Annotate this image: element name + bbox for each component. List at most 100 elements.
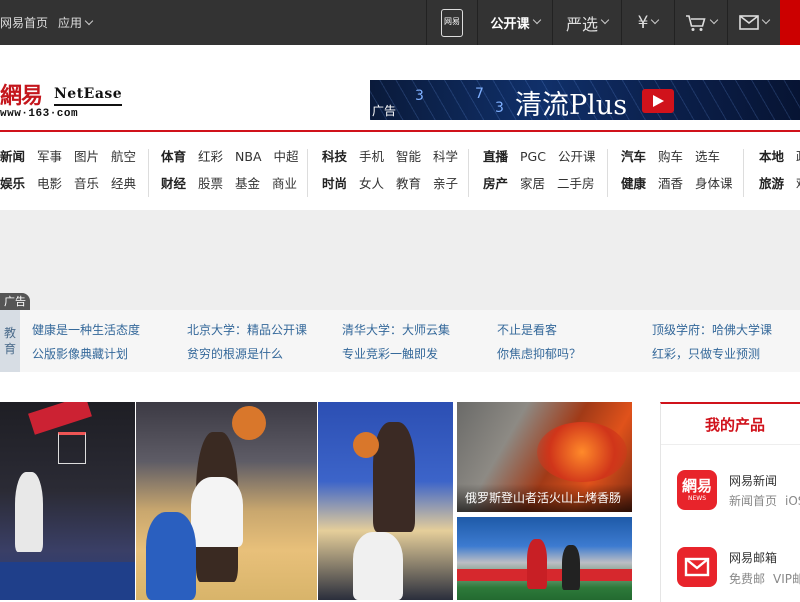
nav-separator xyxy=(743,149,744,197)
nav-link-sports[interactable]: 体育 xyxy=(161,143,186,170)
nav-link-local[interactable]: 本地 xyxy=(759,143,784,170)
logo-en: NetEase xyxy=(54,86,123,102)
open-course-menu[interactable]: 公开课 xyxy=(477,0,552,45)
nav-link[interactable]: 女人 xyxy=(359,170,384,197)
nav-link[interactable]: 航空 xyxy=(111,143,136,170)
edu-link[interactable]: 公版影像典藏计划 xyxy=(32,345,128,362)
nav-link[interactable]: 手机 xyxy=(359,143,384,170)
nav-link-health[interactable]: 健康 xyxy=(621,170,646,197)
product-link[interactable]: 免费邮 xyxy=(729,572,765,586)
nav-link-travel[interactable]: 旅游 xyxy=(759,170,784,197)
chevron-down-icon xyxy=(600,15,610,24)
product-links: 新闻首页 iOS xyxy=(729,492,800,509)
nav-link[interactable]: 红彩 xyxy=(198,143,223,170)
nav-link[interactable]: 智能 xyxy=(396,143,421,170)
player-figure xyxy=(527,539,547,589)
nav-link[interactable]: 难 xyxy=(796,170,800,197)
netease-logo[interactable]: 網易 NetEase www·163·com xyxy=(0,78,125,122)
chevron-down-icon xyxy=(709,15,719,24)
nav-link[interactable]: 音乐 xyxy=(74,170,99,197)
nav-link[interactable]: 基金 xyxy=(235,170,260,197)
pay-menu[interactable]: ¥ xyxy=(621,0,674,45)
netease-news-icon[interactable]: 網易 NEWS xyxy=(677,470,717,510)
edu-link[interactable]: 不止是看客 xyxy=(497,321,557,338)
product-name[interactable]: 网易新闻 xyxy=(729,472,777,489)
nav-separator xyxy=(148,149,149,197)
ball xyxy=(232,406,266,440)
top-left-links: 网易首页 应用 xyxy=(0,0,94,45)
nav-link[interactable]: 商业 xyxy=(272,170,297,197)
mobile-app-button[interactable]: 网易 xyxy=(426,0,477,45)
nav-link[interactable]: 教育 xyxy=(396,170,421,197)
nav-link[interactable]: 军事 xyxy=(37,143,62,170)
nav-link-live[interactable]: 直播 xyxy=(483,143,508,170)
user-menu-edge[interactable] xyxy=(780,0,800,45)
products-title: 我的产品 xyxy=(705,416,766,434)
nav-link-ent[interactable]: 娱乐 xyxy=(0,170,25,197)
mail-icon xyxy=(739,15,759,30)
nav-link[interactable]: 公开课 xyxy=(558,143,596,170)
edu-link[interactable]: 顶级学府：哈佛大学课 xyxy=(652,321,772,338)
nav-link[interactable]: 电影 xyxy=(37,170,62,197)
photo-caption: 俄罗斯登山者活火山上烤香肠 xyxy=(457,484,632,512)
nav-link-tech[interactable]: 科技 xyxy=(322,143,347,170)
nav-link[interactable]: 经典 xyxy=(111,170,136,197)
nav-link-house[interactable]: 房产 xyxy=(483,170,508,197)
hoop-net xyxy=(58,432,86,464)
nav-link[interactable]: 选车 xyxy=(695,143,720,170)
nav-link-auto[interactable]: 汽车 xyxy=(621,143,646,170)
product-name[interactable]: 网易邮箱 xyxy=(729,549,777,566)
product-links: 免费邮 VIP邮 xyxy=(729,570,800,587)
top-banner-ad[interactable]: 3 7 3 清流Plus 广告 xyxy=(370,80,800,120)
netease-mail-icon[interactable] xyxy=(677,547,717,587)
nav-link[interactable]: 身体课 xyxy=(695,170,733,197)
photo-basketball-dunk[interactable] xyxy=(0,402,135,600)
nav-link[interactable]: 股票 xyxy=(198,170,223,197)
nav-link-fashion[interactable]: 时尚 xyxy=(322,170,347,197)
nav-link[interactable]: PGC xyxy=(520,143,546,170)
nav-link-news[interactable]: 新闻 xyxy=(0,143,25,170)
edu-link[interactable]: 清华大学：大师云集 xyxy=(342,321,450,338)
nav-link[interactable]: NBA xyxy=(235,143,261,170)
edu-link[interactable]: 红彩，只做专业预测 xyxy=(652,345,760,362)
edu-link[interactable]: 健康是一种生活态度 xyxy=(32,321,140,338)
photo-basketball-layup[interactable] xyxy=(318,402,453,600)
photo-basketball-game[interactable] xyxy=(136,402,317,600)
header-divider xyxy=(0,130,800,132)
product-link[interactable]: iOS xyxy=(785,494,800,508)
cart-menu[interactable] xyxy=(674,0,727,45)
nav-group-auto: 汽车 购车 选车 健康 酒香 身体课 xyxy=(621,143,745,203)
lava xyxy=(537,422,627,482)
cart-icon xyxy=(686,14,706,31)
nav-group-local: 本地政 旅游难 xyxy=(759,143,800,203)
nav-link[interactable]: 图片 xyxy=(74,143,99,170)
player-jersey xyxy=(191,477,243,547)
ball xyxy=(353,432,379,458)
nav-link[interactable]: 中超 xyxy=(274,143,299,170)
photo-volcano[interactable]: 俄罗斯登山者活火山上烤香肠 xyxy=(457,402,632,512)
edu-link[interactable]: 贫穷的根源是什么 xyxy=(187,345,283,362)
nav-link[interactable]: 购车 xyxy=(658,143,683,170)
edu-link[interactable]: 专业竞彩一触即发 xyxy=(342,345,438,362)
photo-football[interactable] xyxy=(457,517,632,600)
nav-link[interactable]: 亲子 xyxy=(433,170,458,197)
edu-link[interactable]: 你焦虑抑郁吗？ xyxy=(497,345,581,362)
product-link[interactable]: 新闻首页 xyxy=(729,494,777,508)
edu-link[interactable]: 北京大学：精品公开课 xyxy=(187,321,307,338)
nav-link[interactable]: 政 xyxy=(796,143,800,170)
home-link[interactable]: 网易首页 xyxy=(0,14,48,31)
yanxuan-menu[interactable]: 严选 xyxy=(552,0,621,45)
nav-link[interactable]: 酒香 xyxy=(658,170,683,197)
nav-link[interactable]: 家居 xyxy=(520,170,545,197)
nav-link-finance[interactable]: 财经 xyxy=(161,170,186,197)
nav-link[interactable]: 科学 xyxy=(433,143,458,170)
my-products-panel: 我的产品 網易 NEWS 网易新闻 新闻首页 iOS 网易邮箱 免费邮 VIP邮 xyxy=(660,402,800,602)
top-bar: 网易首页 应用 网易 公开课 严选 ¥ xyxy=(0,0,800,45)
product-link[interactable]: VIP邮 xyxy=(773,572,800,586)
yanxuan-label: 严选 xyxy=(565,14,598,34)
chevron-down-icon xyxy=(532,15,541,24)
apps-menu[interactable]: 应用 xyxy=(58,14,94,31)
mail-menu[interactable] xyxy=(727,0,780,45)
banner-ad-placeholder[interactable] xyxy=(0,210,800,310)
nav-link[interactable]: 二手房 xyxy=(557,170,595,197)
